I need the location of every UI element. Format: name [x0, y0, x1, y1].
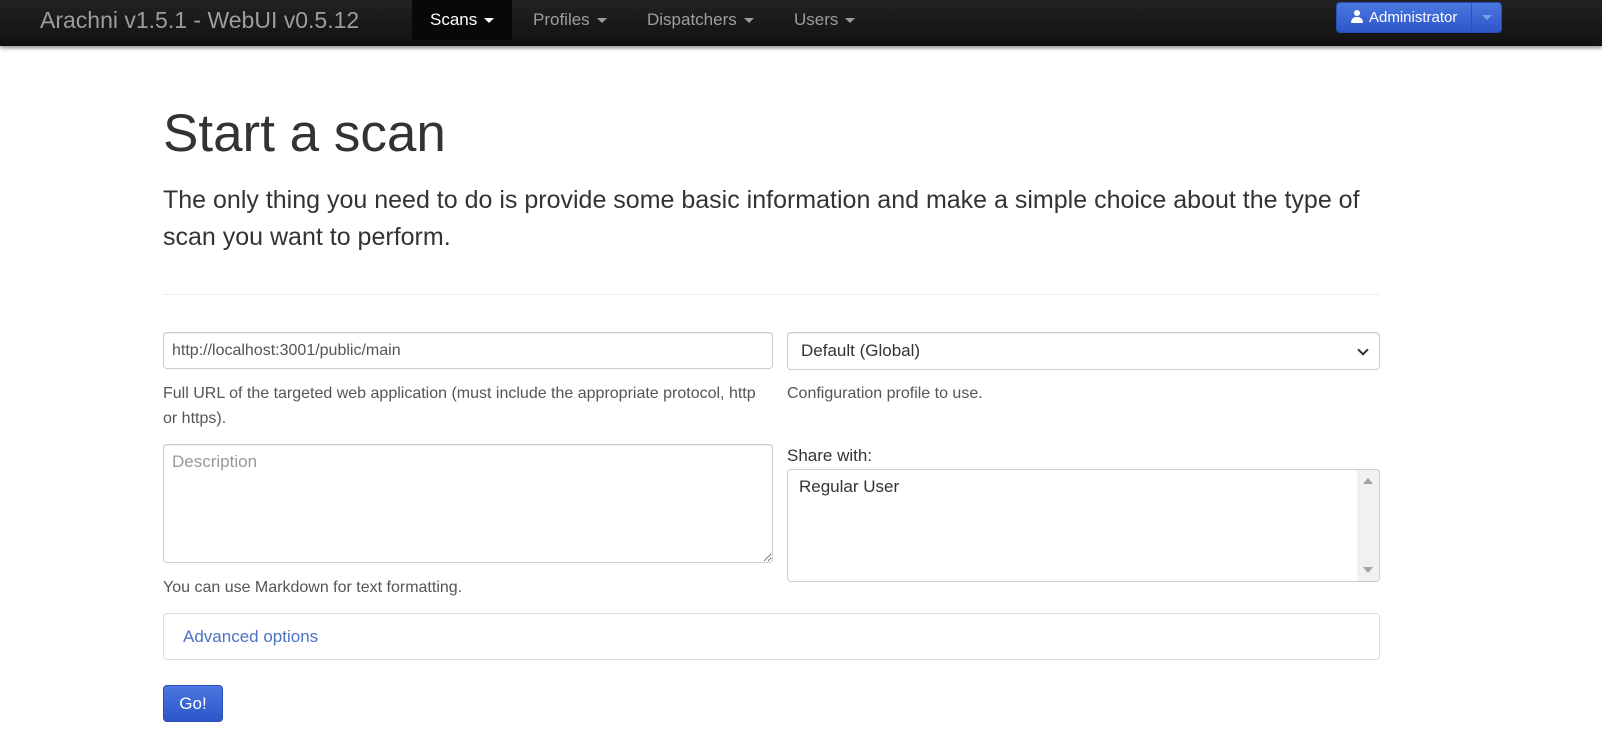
user-menu: Administrator [1336, 2, 1502, 33]
share-with-select[interactable]: Regular User [787, 469, 1380, 582]
administrator-label: Administrator [1369, 9, 1458, 26]
go-button[interactable]: Go! [163, 685, 223, 722]
caret-down-icon [596, 18, 607, 24]
page-title: Start a scan [163, 104, 446, 163]
user-icon [1351, 10, 1363, 23]
nav-dispatchers[interactable]: Dispatchers [629, 0, 772, 40]
url-input[interactable] [163, 332, 773, 369]
scroll-up-icon[interactable] [1363, 478, 1373, 484]
top-navbar: Arachni v1.5.1 - WebUI v0.5.12 Scans Pro… [0, 0, 1602, 46]
description-help: You can use Markdown for text formatting… [163, 579, 463, 596]
administrator-button[interactable]: Administrator [1337, 3, 1471, 32]
advanced-options-link[interactable]: Advanced options [183, 626, 318, 648]
share-scrollbar[interactable] [1357, 470, 1379, 581]
caret-down-icon [484, 18, 495, 24]
nav-users-label: Users [794, 10, 839, 29]
caret-down-icon [743, 18, 754, 24]
nav-profiles-label: Profiles [533, 10, 590, 29]
nav-scans-label: Scans [430, 10, 478, 29]
brand-title[interactable]: Arachni v1.5.1 - WebUI v0.5.12 [40, 0, 359, 40]
nav-users[interactable]: Users [776, 0, 873, 40]
advanced-options-panel: Advanced options [163, 613, 1380, 660]
page-lead: The only thing you need to do is provide… [163, 186, 1360, 251]
nav-scans[interactable]: Scans [412, 0, 513, 40]
profile-select[interactable]: Default (Global) [787, 332, 1380, 370]
chevron-down-icon [1357, 344, 1369, 356]
nav-dispatchers-label: Dispatchers [647, 10, 737, 29]
user-menu-toggle[interactable] [1471, 3, 1501, 32]
description-input[interactable] [163, 444, 773, 563]
nav-profiles[interactable]: Profiles [515, 0, 625, 40]
share-label: Share with: [787, 446, 873, 465]
scroll-down-icon[interactable] [1363, 567, 1373, 573]
share-option[interactable]: Regular User [799, 475, 899, 499]
profile-selected: Default (Global) [801, 341, 921, 360]
url-help: Full URL of the targeted web application… [163, 385, 756, 427]
profile-help: Configuration profile to use. [787, 385, 983, 402]
caret-down-icon [1481, 15, 1492, 20]
divider [163, 294, 1380, 295]
caret-down-icon [845, 18, 856, 24]
